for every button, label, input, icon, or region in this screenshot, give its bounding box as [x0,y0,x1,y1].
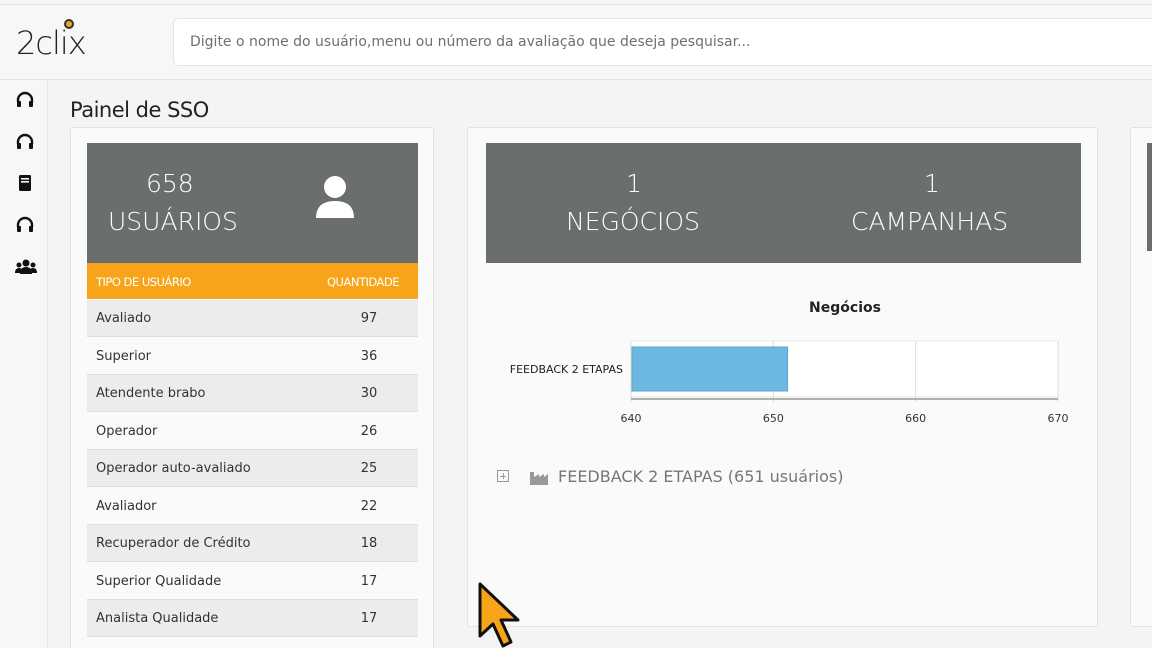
row-user-type: Superior Qualidade [96,573,222,589]
column-header-qty: QUANTIDADE [327,275,400,289]
logo-dot [64,19,74,29]
user-icon [316,176,354,218]
row-quantity: 17 [360,611,378,626]
headset-icon[interactable] [15,215,35,235]
row-quantity: 18 [360,536,378,551]
users-label: USUÁRIOS [108,207,238,236]
table-row: Avaliado 97 [87,300,418,337]
x-tick-label: 660 [905,412,926,425]
chart-title: Negócios [809,300,881,316]
mouse-cursor-icon [478,582,520,648]
row-quantity: 30 [360,386,378,401]
row-user-type: Recuperador de Crédito [96,536,251,551]
x-tick-label: 650 [763,412,784,425]
page-title: Painel de SSO [70,98,209,122]
table-row: Superior 36 [87,337,418,375]
business-stat-box: 1 NEGÓCIOS 1 CAMPANHAS [486,143,1081,263]
column-header-type: TIPO DE USUÁRIO [96,275,191,289]
table-row: Avaliador 22 [87,487,418,525]
row-quantity: 26 [360,423,378,439]
table-header: TIPO DE USUÁRIO QUANTIDADE [87,263,418,299]
row-user-type: Avaliado [96,311,152,326]
table-row: Recuperador de Crédito 18 [87,525,418,562]
row-quantity: 17 [360,573,378,589]
table-row: Atendente brabo 30 [87,375,418,412]
users-count: 658 [146,169,194,198]
row-user-type: Operador [96,423,158,439]
row-quantity: 25 [360,461,378,476]
negocios-count: 1 [626,169,642,198]
industry-icon [530,472,548,485]
campanhas-label: CAMPANHAS [851,207,1009,236]
row-user-type: Atendente brabo [96,386,206,401]
y-category-label: FEEDBACK 2 ETAPAS [510,363,623,376]
campanhas-count: 1 [924,169,940,198]
row-user-type: Operador auto-avaliado [96,461,251,476]
row-quantity: 22 [360,498,378,514]
book-icon[interactable] [15,173,35,193]
top-divider [0,4,1152,5]
logo[interactable]: 2clix [16,24,87,62]
bar [631,346,789,392]
headset-icon[interactable] [15,132,35,152]
x-tick-label: 640 [621,412,642,425]
table-row: Operador 26 [87,412,418,450]
users-stat-box: 658 USUÁRIOS [87,143,418,263]
users-icon[interactable] [14,257,38,277]
x-tick-label: 670 [1048,412,1069,425]
table-row: Analista Qualidade 17 [87,600,418,637]
table-row: Operador auto-avaliado 25 [87,450,418,487]
headset-icon[interactable] [15,90,35,110]
table-row: Superior Qualidade 17 [87,562,418,600]
row-user-type: Avaliador [96,498,157,514]
third-panel-header [1147,143,1152,251]
row-quantity: 36 [360,348,378,364]
negocios-label: NEGÓCIOS [566,207,700,236]
row-quantity: 97 [360,311,378,326]
sidebar [0,80,48,648]
row-user-type: Superior [96,348,151,364]
search-input[interactable] [173,18,1152,66]
tree-item-label[interactable]: FEEDBACK 2 ETAPAS (651 usuários) [558,467,843,486]
expand-toggle-icon[interactable] [497,470,509,482]
row-user-type: Analista Qualidade [96,611,219,626]
business-chart: 640 650 660 670 FEEDBACK 2 ETAPAS [510,340,1069,425]
